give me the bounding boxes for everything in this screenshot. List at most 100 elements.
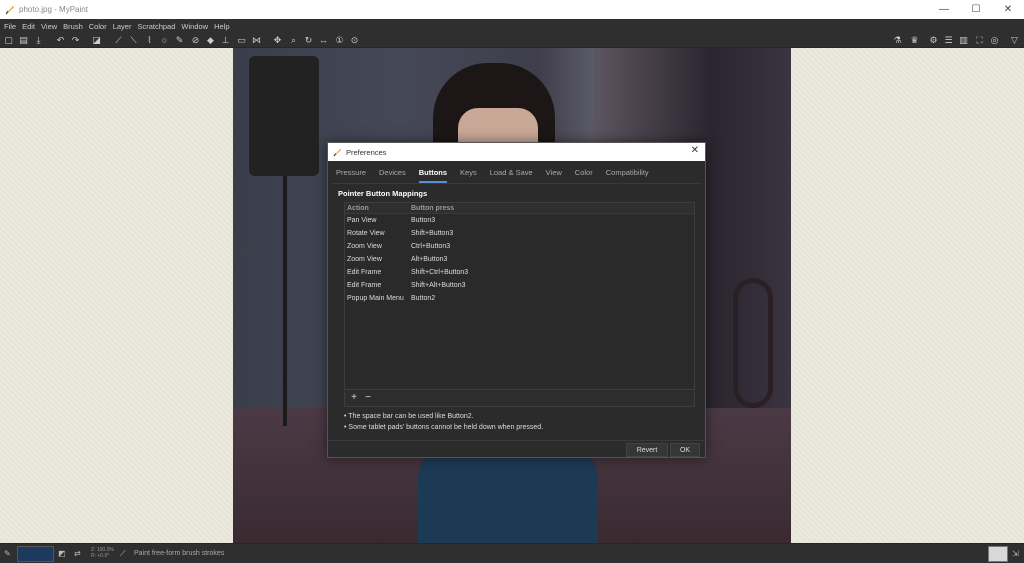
table-row[interactable]: Popup Main Menu Button2 [345, 293, 694, 305]
blend-mode-icon[interactable]: ⇄ [74, 549, 81, 558]
brush-chooser-icon[interactable]: ♛ [910, 36, 919, 45]
menu-edit[interactable]: Edit [22, 22, 35, 31]
column-header-button-press[interactable]: Button press [411, 205, 454, 212]
color-wheel-icon[interactable]: ◎ [990, 36, 999, 45]
footer-divider [328, 440, 705, 441]
reset-zoom-icon[interactable]: ① [335, 36, 344, 45]
hint-spacebar: • The space bar can be used like Button2… [344, 413, 474, 420]
remove-mapping-button[interactable]: − [363, 393, 373, 403]
color-picker-icon[interactable]: ⊘ [191, 36, 200, 45]
pan-icon[interactable]: ✥ [273, 36, 282, 45]
window-title: photo.jpg - MyPaint [19, 5, 88, 14]
freehand-brush-icon[interactable]: ⟋ [114, 36, 123, 45]
symmetry-icon[interactable]: ⋈ [252, 36, 261, 45]
save-icon[interactable]: ⤓ [34, 36, 43, 45]
zoom-icon[interactable]: ⌕ [289, 36, 298, 45]
main-menu-icon[interactable]: ☰ [944, 36, 953, 45]
revert-button[interactable]: Revert [626, 443, 668, 457]
row-button: Alt+Button3 [411, 256, 448, 263]
row-button: Shift+Alt+Button3 [411, 282, 466, 289]
tab-compatibility[interactable]: Compatibility [606, 168, 649, 182]
preferences-tabs: Pressure Devices Buttons Keys Load & Sav… [336, 168, 662, 183]
menu-window[interactable]: Window [181, 22, 208, 31]
main-toolbar: ▢ ▤ ⤓ ↶ ↷ ◪ ⟋ ⟍ ⌇ ○ ✎ ⊘ ◆ ⊥ ▭ ⋈ ✥ ⌕ ↻ ↔ … [0, 33, 1024, 48]
pen-icon[interactable]: ✎ [175, 36, 184, 45]
expand-icon[interactable]: ⇲ [1012, 549, 1019, 558]
rotation-level: R: +0.0° [91, 553, 110, 559]
table-header: Action Button press [345, 203, 694, 214]
column-header-action[interactable]: Action [347, 205, 369, 212]
mypaint-logo-icon [333, 148, 342, 157]
dialog-titlebar: Preferences ✕ [328, 143, 705, 161]
tab-color[interactable]: Color [575, 168, 593, 182]
freehand-tool-icon: ⟋ [120, 549, 126, 558]
paper-background-right [791, 48, 1024, 543]
fill-icon[interactable]: ◆ [206, 36, 215, 45]
tab-pressure[interactable]: Pressure [336, 168, 366, 182]
section-title: Pointer Button Mappings [338, 189, 428, 198]
eraser-icon[interactable]: ◪ [92, 36, 101, 45]
row-action: Edit Frame [347, 282, 382, 289]
menu-file[interactable]: File [4, 22, 16, 31]
inking-icon[interactable]: ⌇ [145, 36, 154, 45]
reset-rotation-icon[interactable]: ⊙ [350, 36, 359, 45]
fullscreen-icon[interactable]: ⛶ [975, 36, 984, 45]
brush-icon[interactable]: ✎ [4, 549, 11, 558]
menu-color[interactable]: Color [89, 22, 107, 31]
button-mappings-table: Action Button press Pan View Button3 Rot… [344, 202, 695, 390]
row-button: Shift+Button3 [411, 230, 454, 237]
row-button: Button3 [411, 217, 436, 224]
tab-buttons[interactable]: Buttons [418, 168, 448, 183]
table-row[interactable]: Zoom View Alt+Button3 [345, 254, 694, 266]
maximize-button[interactable]: ☐ [960, 0, 992, 19]
row-action: Rotate View [347, 230, 385, 237]
row-action: Popup Main Menu [347, 295, 404, 302]
menu-help[interactable]: Help [214, 22, 229, 31]
brush-size-icon[interactable]: ◩ [58, 549, 66, 558]
lines-icon[interactable]: ⟍ [129, 36, 138, 45]
paper-background-left [0, 48, 233, 543]
scratchpad-preview[interactable] [988, 546, 1008, 562]
hint-tablet-pads: • Some tablet pads' buttons cannot be he… [344, 424, 544, 431]
table-row[interactable]: Rotate View Shift+Button3 [345, 228, 694, 240]
status-message: Paint free-form brush strokes [134, 550, 225, 557]
menu-brush[interactable]: Brush [63, 22, 83, 31]
menu-view[interactable]: View [41, 22, 57, 31]
menu-scratchpad[interactable]: Scratchpad [137, 22, 175, 31]
new-document-icon[interactable]: ▢ [4, 36, 13, 45]
row-action: Edit Frame [347, 269, 382, 276]
undo-icon[interactable]: ↶ [56, 36, 65, 45]
window-titlebar: photo.jpg - MyPaint — ☐ ✕ [0, 0, 1024, 19]
menu-layer[interactable]: Layer [113, 22, 132, 31]
dialog-title: Preferences [346, 147, 387, 157]
table-row[interactable]: Edit Frame Shift+Alt+Button3 [345, 280, 694, 292]
settings-gear-icon[interactable]: ⚙ [929, 36, 938, 45]
dialog-close-button[interactable]: ✕ [691, 146, 699, 156]
table-row[interactable]: Pan View Button3 [345, 215, 694, 227]
tab-load-save[interactable]: Load & Save [490, 168, 533, 182]
tab-keys[interactable]: Keys [460, 168, 477, 182]
rotate-icon[interactable]: ↻ [304, 36, 313, 45]
ok-button[interactable]: OK [670, 443, 700, 457]
table-row[interactable]: Edit Frame Shift+Ctrl+Button3 [345, 267, 694, 279]
tab-view[interactable]: View [546, 168, 562, 182]
redo-icon[interactable]: ↷ [71, 36, 80, 45]
more-tools-icon[interactable]: ▽ [1010, 36, 1019, 45]
ellipse-icon[interactable]: ○ [160, 36, 169, 45]
current-color-swatch[interactable] [17, 546, 54, 562]
layers-panel-icon[interactable]: ▥ [959, 36, 968, 45]
zoom-readout: Z: 100.0% R: +0.0° [91, 547, 114, 559]
frame-icon[interactable]: ▭ [237, 36, 246, 45]
brush-settings-icon[interactable]: ⚗ [893, 36, 902, 45]
preferences-dialog: Preferences ✕ Pressure Devices Buttons K… [327, 142, 706, 458]
minimize-button[interactable]: — [928, 0, 960, 19]
add-mapping-button[interactable]: + [349, 393, 359, 403]
mypaint-logo-icon [5, 5, 15, 15]
tab-devices[interactable]: Devices [379, 168, 406, 182]
table-toolbar: + − [344, 391, 695, 407]
fit-view-icon[interactable]: ↔ [319, 36, 328, 45]
move-layer-icon[interactable]: ⊥ [221, 36, 230, 45]
table-row[interactable]: Zoom View Ctrl+Button3 [345, 241, 694, 253]
close-window-button[interactable]: ✕ [992, 0, 1024, 19]
open-file-icon[interactable]: ▤ [19, 36, 28, 45]
